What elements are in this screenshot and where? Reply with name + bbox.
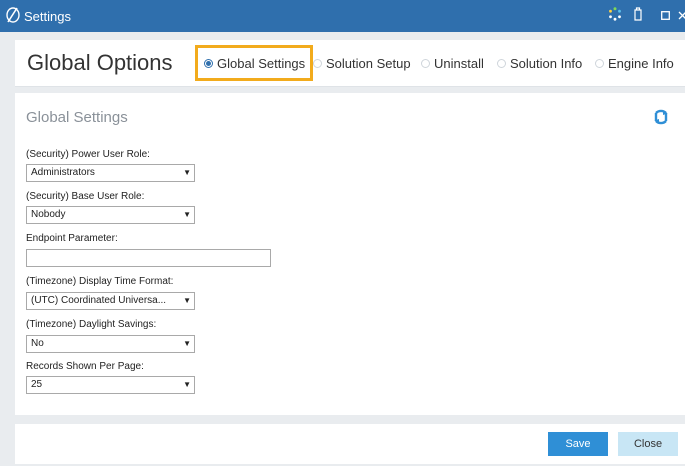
tab-solution-setup[interactable]: Solution Setup <box>313 45 411 81</box>
dropdown-arrow-icon: ▼ <box>183 210 191 219</box>
daylight-savings-select[interactable]: No ▼ <box>26 335 195 353</box>
tab-label: Engine Info <box>608 55 674 71</box>
tab-label: Uninstall <box>434 55 484 71</box>
select-value: (UTC) Coordinated Universa... <box>31 295 167 306</box>
close-window-icon[interactable] <box>678 11 685 20</box>
endpoint-parameter-label: Endpoint Parameter: <box>26 233 118 244</box>
select-value: No <box>31 338 44 349</box>
settings-panel: Global Settings (Security) Power User Ro… <box>15 93 685 415</box>
tab-global-settings[interactable]: Global Settings <box>195 45 314 81</box>
dialog-footer: Save Close <box>15 424 685 464</box>
radio-icon <box>313 58 322 68</box>
tab-engine-info[interactable]: Engine Info <box>595 45 674 81</box>
select-value: Nobody <box>31 209 66 220</box>
save-button[interactable]: Save <box>548 432 608 456</box>
dropdown-arrow-icon: ▼ <box>183 380 191 389</box>
select-value: 25 <box>31 379 43 390</box>
dropdown-arrow-icon: ▼ <box>183 168 191 177</box>
loading-spinner-icon <box>609 7 621 21</box>
power-user-role-select[interactable]: Administrators ▼ <box>26 164 195 182</box>
radio-icon <box>595 58 604 68</box>
page-title: Global Options <box>27 50 173 75</box>
window-titlebar: Settings <box>0 0 685 32</box>
records-per-page-label: Records Shown Per Page: <box>26 361 144 372</box>
dropdown-arrow-icon: ▼ <box>183 339 191 348</box>
refresh-icon[interactable] <box>651 107 671 127</box>
base-user-role-select[interactable]: Nobody ▼ <box>26 206 195 224</box>
radio-icon <box>497 58 506 68</box>
tab-label: Solution Setup <box>326 55 411 71</box>
power-user-role-label: (Security) Power User Role: <box>26 149 150 160</box>
base-user-role-label: (Security) Base User Role: <box>26 191 145 202</box>
dropdown-arrow-icon: ▼ <box>183 296 191 305</box>
radio-icon <box>204 58 213 68</box>
app-logo-icon <box>6 7 20 23</box>
notification-icon[interactable] <box>633 7 643 21</box>
time-format-label: (Timezone) Display Time Format: <box>26 276 174 287</box>
time-format-select[interactable]: (UTC) Coordinated Universa... ▼ <box>26 292 195 310</box>
tab-solution-info[interactable]: Solution Info <box>497 45 582 81</box>
maximize-icon[interactable] <box>661 11 670 20</box>
select-value: Administrators <box>31 167 95 178</box>
records-per-page-select[interactable]: 25 ▼ <box>26 376 195 394</box>
endpoint-parameter-input[interactable] <box>26 249 271 267</box>
tab-uninstall[interactable]: Uninstall <box>421 45 484 81</box>
close-button[interactable]: Close <box>618 432 678 456</box>
radio-icon <box>421 58 430 68</box>
daylight-savings-label: (Timezone) Daylight Savings: <box>26 319 157 330</box>
tab-label: Solution Info <box>510 55 583 71</box>
section-title: Global Settings <box>26 109 128 126</box>
window-title: Settings <box>24 9 71 24</box>
tab-label: Global Settings <box>217 55 306 71</box>
header-panel: Global Options Global Settings Solution … <box>15 40 685 87</box>
